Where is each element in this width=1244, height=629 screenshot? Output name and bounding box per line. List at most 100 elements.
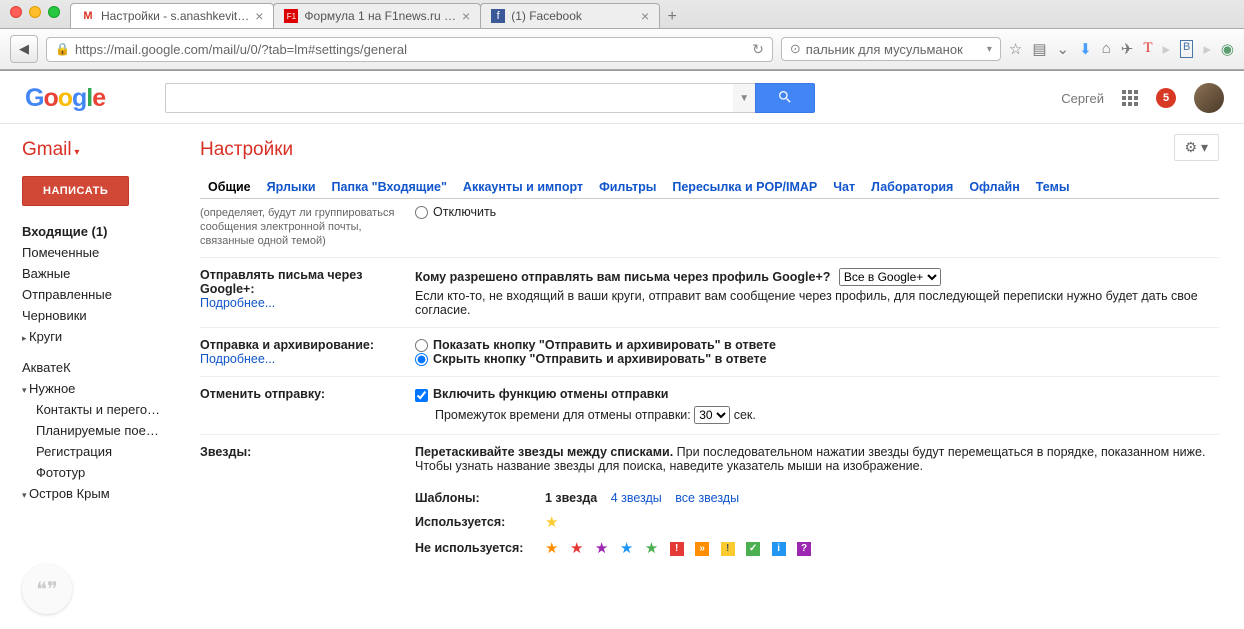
download-icon[interactable]: ⬇ xyxy=(1079,40,1092,58)
sidebar-item[interactable]: Нужное xyxy=(22,378,175,399)
browser-tab[interactable]: F1 Формула 1 на F1news.ru … × xyxy=(273,3,481,28)
star-green[interactable]: ★ xyxy=(645,540,658,557)
sidebar-item[interactable]: Контакты и перего… xyxy=(22,399,175,420)
tab-favicon: F1 xyxy=(284,9,298,23)
used-label: Используется: xyxy=(415,515,505,529)
stamp-orange[interactable]: » xyxy=(695,542,709,556)
settings-tab[interactable]: Лаборатория xyxy=(863,176,961,198)
gear-button[interactable]: ⚙ ▾ xyxy=(1174,134,1219,161)
settings-tab[interactable]: Ярлыки xyxy=(259,176,324,198)
sidebar-item[interactable]: Остров Крым xyxy=(22,483,175,504)
lock-icon: 🔒 xyxy=(55,42,70,56)
star-blue[interactable]: ★ xyxy=(620,540,633,557)
archive-more-link[interactable]: Подробнее... xyxy=(200,352,275,366)
browser-tab[interactable]: f(1) Facebook× xyxy=(480,3,660,28)
undo-checkbox[interactable]: Включить функцию отмены отправки xyxy=(415,387,1219,401)
user-name[interactable]: Сергей xyxy=(1061,91,1104,106)
sep2: ▸ xyxy=(1203,40,1211,58)
sep: ▸ xyxy=(1163,40,1171,58)
hangouts-icon[interactable]: ❝❞ xyxy=(22,564,72,614)
tab-close[interactable]: × xyxy=(255,8,263,24)
window-close[interactable] xyxy=(10,6,22,18)
settings-tab[interactable]: Общие xyxy=(200,176,259,198)
text-icon[interactable]: T xyxy=(1143,40,1152,58)
gmail-search-button[interactable] xyxy=(755,83,815,113)
search-options-dropdown[interactable]: ▼ xyxy=(733,83,755,113)
stamp-red[interactable]: ! xyxy=(670,542,684,556)
compose-button[interactable]: НАПИСАТЬ xyxy=(22,176,129,206)
settings-tab[interactable]: Офлайн xyxy=(961,176,1027,198)
tab-title: Настройки - s.anashkevit… xyxy=(101,9,249,23)
one-star-link[interactable]: 1 звезда xyxy=(545,491,597,505)
settings-tab[interactable]: Чат xyxy=(825,176,863,198)
window-minimize[interactable] xyxy=(29,6,41,18)
archive-show-option[interactable]: Показать кнопку "Отправить и архивироват… xyxy=(415,338,1219,352)
star-red[interactable]: ★ xyxy=(570,540,583,557)
apps-icon[interactable] xyxy=(1122,90,1138,106)
browser-search-input[interactable] xyxy=(806,42,987,57)
pocket-icon[interactable]: ⌄ xyxy=(1057,40,1070,58)
sidebar-item[interactable]: Круги xyxy=(22,326,175,347)
disable-option[interactable]: Отключить xyxy=(415,205,1219,219)
google-logo[interactable]: Google xyxy=(25,84,105,113)
four-stars-link[interactable]: 4 звезды xyxy=(611,491,662,505)
sidebar-item[interactable]: Регистрация xyxy=(22,441,175,462)
grouping-note: (определяет, будут ли группироваться соо… xyxy=(200,207,394,247)
refresh-button[interactable]: ↻ xyxy=(752,41,764,58)
undo-period-unit: сек. xyxy=(734,408,756,422)
gplus-select[interactable]: Все в Google+ xyxy=(839,268,941,286)
sidebar-item[interactable]: Отправленные xyxy=(22,284,175,305)
archive-label: Отправка и архивирование: xyxy=(200,338,374,352)
stars-label: Звезды: xyxy=(200,445,251,459)
sidebar-item[interactable]: Черновики xyxy=(22,305,175,326)
vk-icon[interactable]: B xyxy=(1180,40,1193,58)
undo-period-select[interactable]: 30 xyxy=(694,406,730,424)
settings-tab[interactable]: Папка "Входящие" xyxy=(324,176,455,198)
gplus-question: Кому разрешено отправлять вам письма чер… xyxy=(415,270,830,284)
all-stars-link[interactable]: все звезды xyxy=(675,491,739,505)
home-icon[interactable]: ⌂ xyxy=(1102,40,1111,58)
archive-hide-option[interactable]: Скрыть кнопку "Отправить и архивировать"… xyxy=(415,352,1219,366)
url-input[interactable] xyxy=(75,42,752,57)
star-orange[interactable]: ★ xyxy=(545,540,558,557)
stamp-blue[interactable]: i xyxy=(772,542,786,556)
star-yellow[interactable]: ★ xyxy=(545,514,558,531)
browser-tab[interactable]: M Настройки - s.anashkevit… × xyxy=(70,3,274,28)
new-tab-button[interactable]: + xyxy=(659,6,685,28)
sidebar-item[interactable]: Фототур xyxy=(22,462,175,483)
gmail-search-input[interactable] xyxy=(165,83,733,113)
feed-icon[interactable]: ▤ xyxy=(1032,40,1046,58)
unused-label: Не используется: xyxy=(415,541,523,555)
settings-tab[interactable]: Фильтры xyxy=(591,176,664,198)
tab-favicon: M xyxy=(81,9,95,23)
back-button[interactable]: ◀ xyxy=(10,35,38,63)
avatar[interactable] xyxy=(1194,83,1224,113)
settings-tab[interactable]: Темы xyxy=(1028,176,1078,198)
sidebar-item[interactable]: Планируемые пое… xyxy=(22,420,175,441)
sidebar-item[interactable]: АкватеК xyxy=(22,357,175,378)
tab-close[interactable]: × xyxy=(462,8,470,24)
gmail-dropdown[interactable]: Gmail xyxy=(22,139,175,161)
evernote-icon[interactable]: ◉ xyxy=(1221,40,1234,58)
undo-label: Отменить отправку: xyxy=(200,387,325,401)
stamp-green[interactable]: ✓ xyxy=(746,542,760,556)
sidebar-item[interactable]: Важные xyxy=(22,263,175,284)
stamp-purple[interactable]: ? xyxy=(797,542,811,556)
tab-title: (1) Facebook xyxy=(511,9,635,23)
undo-period-label: Промежуток времени для отмены отправки: xyxy=(435,408,691,422)
notifications-badge[interactable]: 5 xyxy=(1156,88,1176,108)
tab-close[interactable]: × xyxy=(641,8,649,24)
stamp-yellow[interactable]: ! xyxy=(721,542,735,556)
sidebar-item[interactable]: Помеченные xyxy=(22,242,175,263)
gplus-note: Если кто-то, не входящий в ваши круги, о… xyxy=(415,289,1219,317)
window-zoom[interactable] xyxy=(48,6,60,18)
star-icon[interactable]: ☆ xyxy=(1009,40,1022,58)
tab-title: Формула 1 на F1news.ru … xyxy=(304,9,456,23)
search-dropdown-icon[interactable]: ▾ xyxy=(987,44,992,55)
send-icon[interactable]: ✈ xyxy=(1121,40,1134,58)
settings-tab[interactable]: Пересылка и POP/IMAP xyxy=(664,176,825,198)
settings-tab[interactable]: Аккаунты и импорт xyxy=(455,176,591,198)
star-purple[interactable]: ★ xyxy=(595,540,608,557)
sidebar-item[interactable]: Входящие (1) xyxy=(22,221,175,242)
gplus-more-link[interactable]: Подробнее... xyxy=(200,296,275,310)
